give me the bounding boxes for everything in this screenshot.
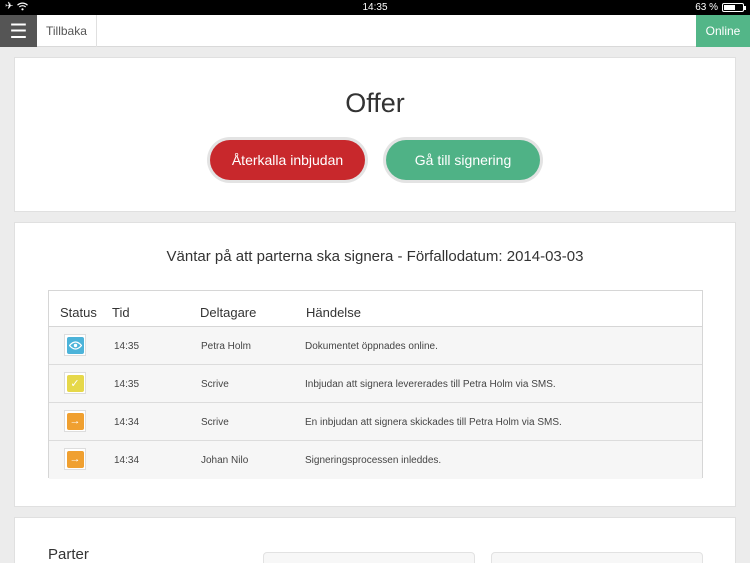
document-title: Offer bbox=[345, 88, 405, 118]
row-event: Dokumentet öppnades online. bbox=[305, 341, 438, 352]
row-event: Inbjudan att signera levererades till Pe… bbox=[305, 379, 556, 390]
row-participant: Johan Nilo bbox=[201, 455, 249, 466]
row-event: Signeringsprocessen inleddes. bbox=[305, 455, 442, 466]
table-header: Status Tid Deltagare Händelse bbox=[49, 291, 702, 327]
online-status-badge: Online bbox=[696, 15, 750, 47]
status-heading: Väntar på att parterna ska signera - För… bbox=[166, 248, 584, 265]
eye-icon bbox=[66, 336, 84, 354]
history-card: Väntar på att parterna ska signera - För… bbox=[14, 222, 736, 507]
table-row: → 14:34 Johan Nilo Signeringsprocessen i… bbox=[49, 441, 702, 479]
withdraw-invitation-button[interactable]: Återkalla inbjudan bbox=[210, 140, 365, 180]
menu-button[interactable]: ☰ bbox=[0, 15, 37, 47]
clock: 14:35 bbox=[362, 2, 388, 13]
checkmark-icon: ✓ bbox=[66, 374, 84, 392]
status-icon-box: → bbox=[64, 448, 86, 470]
party-card[interactable] bbox=[263, 552, 475, 563]
row-participant: Petra Holm bbox=[201, 341, 252, 352]
battery-icon bbox=[722, 3, 746, 12]
row-time: 14:35 bbox=[114, 341, 140, 352]
document-card: Offer Återkalla inbjudan Gå till signeri… bbox=[14, 57, 736, 212]
party-card[interactable] bbox=[491, 552, 703, 563]
row-event: En inbjudan att signera skickades till P… bbox=[305, 417, 562, 428]
hamburger-icon: ☰ bbox=[9, 20, 28, 43]
battery-percent: 63 % bbox=[695, 2, 718, 13]
column-header-status: Status bbox=[60, 305, 97, 320]
arrow-right-icon: → bbox=[66, 412, 84, 430]
row-time: 14:34 bbox=[114, 455, 140, 466]
table-row: 14:35 Petra Holm Dokumentet öppnades onl… bbox=[49, 327, 702, 365]
status-bar: ✈ 14:35 63 % bbox=[0, 0, 750, 15]
parties-heading: Parter bbox=[48, 546, 89, 563]
history-table: Status Tid Deltagare Händelse 14:35 Petr… bbox=[48, 290, 703, 479]
parties-card: Parter bbox=[14, 517, 736, 563]
column-header-participant: Deltagare bbox=[200, 305, 257, 320]
status-right: 63 % bbox=[695, 2, 746, 13]
status-icon-box: → bbox=[64, 410, 86, 432]
row-participant: Scrive bbox=[201, 417, 229, 428]
table-row: ✓ 14:35 Scrive Inbjudan att signera leve… bbox=[49, 365, 702, 403]
status-icon-box bbox=[64, 334, 86, 356]
row-time: 14:34 bbox=[114, 417, 140, 428]
back-button[interactable]: Tillbaka bbox=[37, 15, 97, 47]
column-header-event: Händelse bbox=[306, 305, 361, 320]
go-to-signing-button[interactable]: Gå till signering bbox=[386, 140, 540, 180]
row-participant: Scrive bbox=[201, 379, 229, 390]
row-time: 14:35 bbox=[114, 379, 140, 390]
status-icon-box: ✓ bbox=[64, 372, 86, 394]
arrow-right-icon: → bbox=[66, 450, 84, 468]
top-bar: ☰ Tillbaka Online bbox=[0, 15, 750, 47]
column-header-time: Tid bbox=[112, 305, 130, 320]
table-row: → 14:34 Scrive En inbjudan att signera s… bbox=[49, 403, 702, 441]
